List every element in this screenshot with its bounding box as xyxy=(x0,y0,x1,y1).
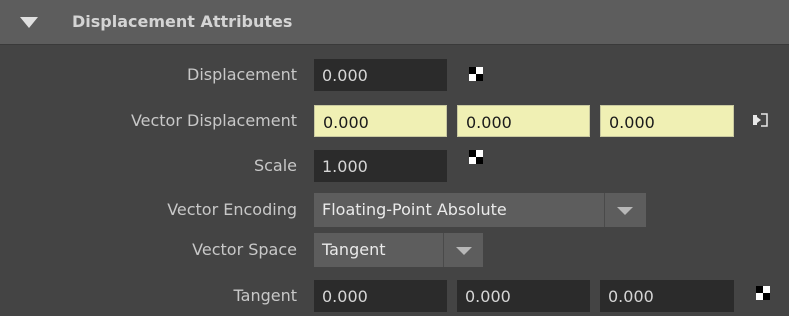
vector-space-label: Vector Space xyxy=(192,240,297,259)
chevron-down-icon[interactable] xyxy=(456,247,472,255)
section-header[interactable]: Displacement Attributes xyxy=(0,0,789,45)
tangent-y-field[interactable]: 0.000 xyxy=(457,280,590,312)
displacement-label: Displacement xyxy=(187,65,297,84)
collapse-arrow-icon[interactable] xyxy=(20,17,38,28)
attribute-editor-panel: Displacement Attributes Displacement 0.0… xyxy=(0,0,789,316)
scale-label: Scale xyxy=(253,156,297,175)
vector-displacement-y-field[interactable]: 0.000 xyxy=(457,105,590,137)
vector-encoding-value: Floating-Point Absolute xyxy=(322,200,507,219)
vector-encoding-dropdown[interactable]: Floating-Point Absolute xyxy=(314,193,646,227)
vector-displacement-label: Vector Displacement xyxy=(130,111,297,130)
tangent-x-field[interactable]: 0.000 xyxy=(314,280,447,312)
chevron-down-icon[interactable] xyxy=(617,207,633,215)
map-checker-icon[interactable] xyxy=(469,67,483,81)
tangent-z-field[interactable]: 0.000 xyxy=(600,280,734,312)
vector-space-value: Tangent xyxy=(322,240,386,259)
dropdown-divider xyxy=(604,193,605,227)
vector-encoding-label: Vector Encoding xyxy=(167,200,297,219)
vector-space-dropdown[interactable]: Tangent xyxy=(314,233,483,267)
displacement-field[interactable]: 0.000 xyxy=(314,59,447,91)
scale-field[interactable]: 1.000 xyxy=(314,150,447,182)
section-title: Displacement Attributes xyxy=(72,12,293,31)
dropdown-divider xyxy=(443,233,444,267)
tangent-label: Tangent xyxy=(233,286,297,305)
vector-displacement-x-field[interactable]: 0.000 xyxy=(314,105,447,137)
connection-navigate-icon[interactable] xyxy=(752,112,768,128)
map-checker-icon[interactable] xyxy=(469,150,483,164)
map-checker-icon[interactable] xyxy=(756,286,770,300)
vector-displacement-z-field[interactable]: 0.000 xyxy=(600,105,734,137)
